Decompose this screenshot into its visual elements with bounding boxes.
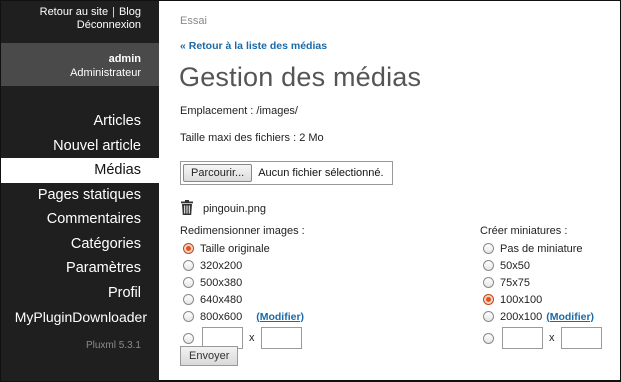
back-to-site-link[interactable]: Retour au site <box>40 6 108 18</box>
thumb-option-50x50[interactable]: 50x50 <box>480 257 602 274</box>
user-name: admin <box>108 53 141 65</box>
blog-link[interactable]: Blog <box>119 6 141 18</box>
main-menu: Articles Nouvel article Médias Pages sta… <box>1 109 159 330</box>
option-label: 75x75 <box>500 276 530 289</box>
menu-item-static-pages[interactable]: Pages statiques <box>1 183 159 208</box>
menu-item-articles[interactable]: Articles <box>1 109 159 134</box>
thumb-option-200x100[interactable]: 200x100 (Modifier) <box>480 308 602 325</box>
option-label: 200x100 <box>500 310 543 323</box>
resize-title: Redimensionner images : <box>180 225 305 237</box>
times-sign: x <box>549 332 555 344</box>
back-to-media-list-link[interactable]: « Retour à la liste des médias <box>180 40 327 52</box>
option-label: 320x200 <box>200 259 243 272</box>
page-title: Gestion des médias <box>179 62 422 92</box>
resize-modify-link[interactable]: (Modifier) <box>256 311 304 323</box>
max-size-label: Taille maxi des fichiers : 2 Mo <box>180 132 324 144</box>
resize-height-input[interactable] <box>260 327 302 349</box>
option-label: Pas de miniature <box>500 242 583 255</box>
thumb-modify-link[interactable]: (Modifier) <box>546 311 594 323</box>
option-label: 50x50 <box>500 259 530 272</box>
main-content: Essai « Retour à la liste des médias Ges… <box>160 1 620 381</box>
radio[interactable] <box>183 311 194 322</box>
resize-option-320x200[interactable]: 320x200 <box>180 257 305 274</box>
radio[interactable] <box>483 332 494 344</box>
menu-item-plugin-downloader[interactable]: MyPluginDownloader <box>1 305 159 330</box>
radio-checked[interactable] <box>183 243 194 254</box>
radio[interactable] <box>483 277 494 288</box>
option-label: Taille originale <box>200 242 270 255</box>
option-label: 800x600 <box>200 310 243 323</box>
admin-window: Retour au site | Blog Déconnexion admin Ad… <box>0 0 621 382</box>
version-label: Pluxml 5.3.1 <box>85 339 141 351</box>
radio[interactable] <box>483 311 494 322</box>
radio[interactable] <box>483 260 494 271</box>
thumb-width-input[interactable] <box>502 327 543 349</box>
option-label: 500x380 <box>200 276 243 289</box>
logout-link[interactable]: Déconnexion <box>77 19 141 31</box>
browse-button[interactable]: Parcourir... <box>183 164 253 182</box>
breadcrumb: Essai <box>180 15 207 27</box>
radio[interactable] <box>183 260 194 271</box>
resize-options: Redimensionner images : Taille originale… <box>180 225 305 350</box>
menu-item-profile[interactable]: Profil <box>1 281 159 306</box>
uploaded-file-name: pingouin.png <box>203 203 267 215</box>
thumb-height-input[interactable] <box>560 327 602 349</box>
option-label: 100x100 <box>500 293 543 306</box>
thumb-option-none[interactable]: Pas de miniature <box>480 240 602 257</box>
menu-item-comments[interactable]: Commentaires <box>1 207 159 232</box>
menu-item-settings[interactable]: Paramètres <box>1 256 159 281</box>
user-box: admin Administrateur <box>1 43 159 86</box>
user-role: Administrateur <box>70 67 141 79</box>
menu-item-categories[interactable]: Catégories <box>1 232 159 257</box>
radio[interactable] <box>183 277 194 288</box>
trash-icon[interactable] <box>181 200 193 215</box>
menu-item-new-article[interactable]: Nouvel article <box>1 134 159 159</box>
file-status: Aucun fichier sélectionné. <box>258 167 384 179</box>
file-input[interactable]: Parcourir... Aucun fichier sélectionné. <box>180 161 393 185</box>
thumb-option-100x100[interactable]: 100x100 <box>480 291 602 308</box>
radio[interactable] <box>483 243 494 254</box>
resize-option-640x480[interactable]: 640x480 <box>180 291 305 308</box>
times-sign: x <box>249 332 255 344</box>
thumb-option-75x75[interactable]: 75x75 <box>480 274 602 291</box>
radio[interactable] <box>183 332 194 344</box>
top-links: Retour au site | Blog Déconnexion <box>1 1 159 43</box>
send-button[interactable]: Envoyer <box>180 346 239 366</box>
thumb-custom-size: x <box>480 326 602 350</box>
sidebar: Retour au site | Blog Déconnexion admin Ad… <box>1 1 159 381</box>
radio-checked[interactable] <box>483 294 494 305</box>
resize-option-original[interactable]: Taille originale <box>180 240 305 257</box>
resize-option-800x600[interactable]: 800x600 (Modifier) <box>180 308 305 325</box>
option-label: 640x480 <box>200 293 243 306</box>
resize-option-500x380[interactable]: 500x380 <box>180 274 305 291</box>
menu-item-medias[interactable]: Médias <box>1 158 159 183</box>
thumbnail-options: Créer miniatures : Pas de miniature 50x5… <box>480 225 602 350</box>
link-separator: | <box>112 6 115 18</box>
thumbnail-title: Créer miniatures : <box>480 225 568 237</box>
radio[interactable] <box>183 294 194 305</box>
location-label: Emplacement : /images/ <box>180 105 298 117</box>
